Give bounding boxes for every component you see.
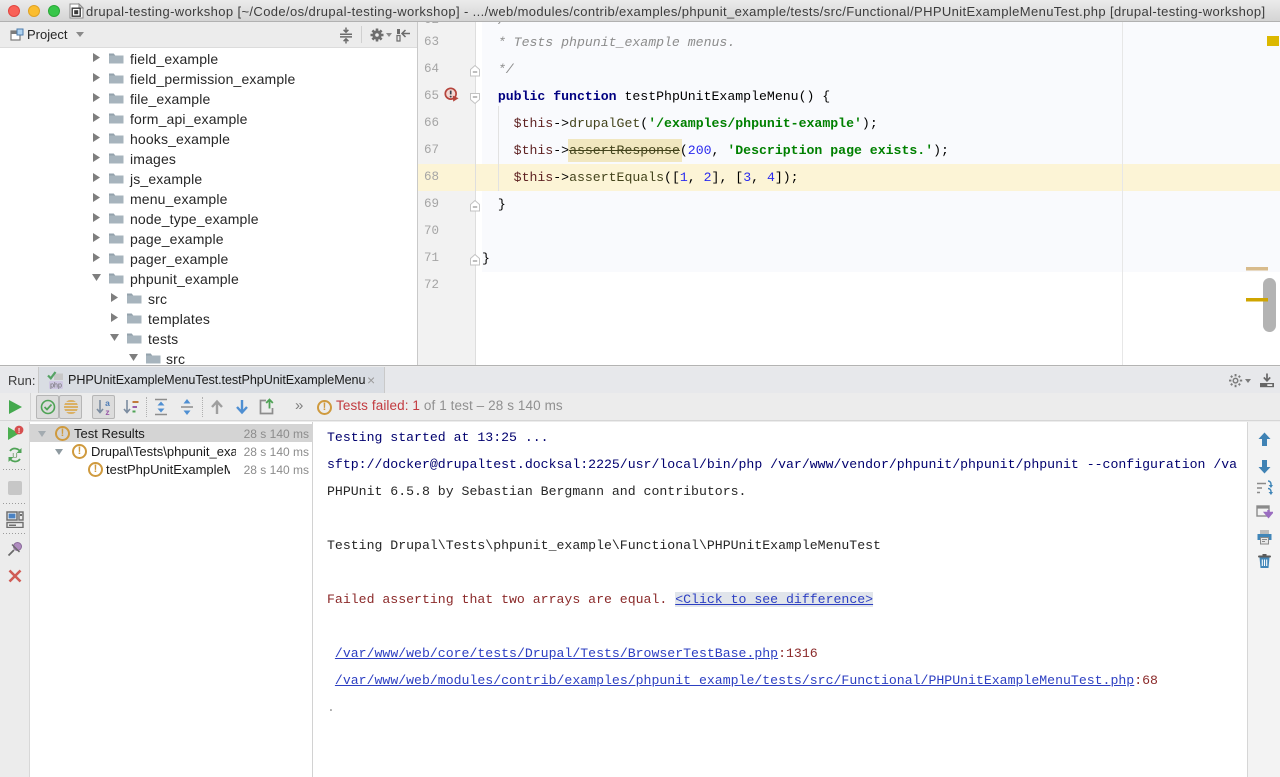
svg-text:U: U bbox=[12, 451, 17, 460]
svg-text:z: z bbox=[105, 407, 109, 416]
svg-text:!: ! bbox=[18, 428, 20, 435]
svg-text:php: php bbox=[50, 383, 62, 390]
